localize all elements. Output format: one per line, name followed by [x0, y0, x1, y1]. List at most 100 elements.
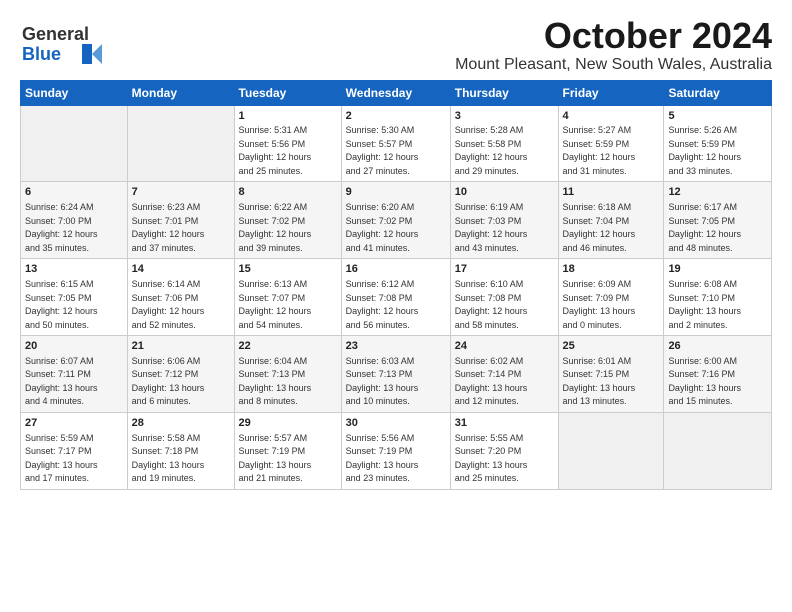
day-number: 20	[25, 339, 123, 354]
calendar-cell: 14 Sunrise: 6:14 AM Sunset: 7:06 PM Dayli…	[127, 259, 234, 336]
calendar-header-monday: Monday	[127, 80, 234, 105]
day-info: Sunrise: 6:08 AM Sunset: 7:10 PM Dayligh…	[668, 279, 741, 330]
day-number: 13	[25, 262, 123, 277]
day-info: Sunrise: 6:06 AM Sunset: 7:12 PM Dayligh…	[132, 356, 205, 407]
calendar-cell: 13 Sunrise: 6:15 AM Sunset: 7:05 PM Dayli…	[21, 259, 128, 336]
calendar-cell	[21, 105, 128, 182]
logo-svg: General Blue	[20, 16, 110, 66]
calendar-cell: 21 Sunrise: 6:06 AM Sunset: 7:12 PM Dayli…	[127, 336, 234, 413]
calendar-cell: 6Sunrise: 6:24 AM Sunset: 7:00 PM Daylig…	[21, 182, 128, 259]
day-number: 16	[346, 262, 446, 277]
calendar-cell: 20 Sunrise: 6:07 AM Sunset: 7:11 PM Dayli…	[21, 336, 128, 413]
day-info: Sunrise: 6:02 AM Sunset: 7:14 PM Dayligh…	[455, 356, 528, 407]
svg-text:Blue: Blue	[22, 44, 61, 64]
logo: General Blue	[20, 16, 110, 66]
calendar-cell: 26 Sunrise: 6:00 AM Sunset: 7:16 PM Dayli…	[664, 336, 772, 413]
calendar-cell: 4Sunrise: 5:27 AM Sunset: 5:59 PM Daylig…	[558, 105, 664, 182]
calendar-cell: 5Sunrise: 5:26 AM Sunset: 5:59 PM Daylig…	[664, 105, 772, 182]
day-info: Sunrise: 5:57 AM Sunset: 7:19 PM Dayligh…	[239, 433, 312, 484]
day-number: 4	[563, 109, 660, 124]
day-info: Sunrise: 6:19 AM Sunset: 7:03 PM Dayligh…	[455, 202, 528, 253]
day-info: Sunrise: 6:12 AM Sunset: 7:08 PM Dayligh…	[346, 279, 419, 330]
calendar-header-wednesday: Wednesday	[341, 80, 450, 105]
day-info: Sunrise: 5:59 AM Sunset: 7:17 PM Dayligh…	[25, 433, 98, 484]
svg-text:General: General	[22, 24, 89, 44]
day-info: Sunrise: 6:07 AM Sunset: 7:11 PM Dayligh…	[25, 356, 98, 407]
day-number: 1	[239, 109, 337, 124]
day-number: 2	[346, 109, 446, 124]
calendar-header-saturday: Saturday	[664, 80, 772, 105]
day-number: 23	[346, 339, 446, 354]
calendar-cell	[664, 412, 772, 489]
day-number: 22	[239, 339, 337, 354]
day-info: Sunrise: 5:58 AM Sunset: 7:18 PM Dayligh…	[132, 433, 205, 484]
day-number: 10	[455, 185, 554, 200]
calendar-cell: 30 Sunrise: 5:56 AM Sunset: 7:19 PM Dayli…	[341, 412, 450, 489]
day-info: Sunrise: 6:00 AM Sunset: 7:16 PM Dayligh…	[668, 356, 741, 407]
calendar-cell: 19 Sunrise: 6:08 AM Sunset: 7:10 PM Dayli…	[664, 259, 772, 336]
calendar-header-sunday: Sunday	[21, 80, 128, 105]
calendar-week-2: 6Sunrise: 6:24 AM Sunset: 7:00 PM Daylig…	[21, 182, 772, 259]
day-number: 5	[668, 109, 767, 124]
calendar-cell: 25Sunrise: 6:01 AM Sunset: 7:15 PM Dayli…	[558, 336, 664, 413]
day-number: 30	[346, 416, 446, 431]
day-info: Sunrise: 5:27 AM Sunset: 5:59 PM Dayligh…	[563, 125, 636, 176]
calendar-cell: 8 Sunrise: 6:22 AM Sunset: 7:02 PM Daylig…	[234, 182, 341, 259]
day-info: Sunrise: 6:22 AM Sunset: 7:02 PM Dayligh…	[239, 202, 312, 253]
day-number: 14	[132, 262, 230, 277]
day-info: Sunrise: 6:14 AM Sunset: 7:06 PM Dayligh…	[132, 279, 205, 330]
calendar-header-tuesday: Tuesday	[234, 80, 341, 105]
day-info: Sunrise: 5:26 AM Sunset: 5:59 PM Dayligh…	[668, 125, 741, 176]
calendar-cell: 10 Sunrise: 6:19 AM Sunset: 7:03 PM Dayli…	[450, 182, 558, 259]
calendar-cell: 16 Sunrise: 6:12 AM Sunset: 7:08 PM Dayli…	[341, 259, 450, 336]
day-number: 9	[346, 185, 446, 200]
calendar-cell: 15Sunrise: 6:13 AM Sunset: 7:07 PM Dayli…	[234, 259, 341, 336]
day-number: 11	[563, 185, 660, 200]
calendar-week-5: 27 Sunrise: 5:59 AM Sunset: 7:17 PM Dayli…	[21, 412, 772, 489]
day-number: 3	[455, 109, 554, 124]
calendar-cell: 18Sunrise: 6:09 AM Sunset: 7:09 PM Dayli…	[558, 259, 664, 336]
page-subtitle: Mount Pleasant, New South Wales, Austral…	[455, 56, 772, 74]
calendar-cell: 1Sunrise: 5:31 AM Sunset: 5:56 PM Daylig…	[234, 105, 341, 182]
day-info: Sunrise: 5:28 AM Sunset: 5:58 PM Dayligh…	[455, 125, 528, 176]
calendar-cell: 28Sunrise: 5:58 AM Sunset: 7:18 PM Dayli…	[127, 412, 234, 489]
calendar-cell: 2Sunrise: 5:30 AM Sunset: 5:57 PM Daylig…	[341, 105, 450, 182]
day-number: 29	[239, 416, 337, 431]
calendar-cell: 31Sunrise: 5:55 AM Sunset: 7:20 PM Dayli…	[450, 412, 558, 489]
calendar-week-3: 13 Sunrise: 6:15 AM Sunset: 7:05 PM Dayli…	[21, 259, 772, 336]
day-info: Sunrise: 6:20 AM Sunset: 7:02 PM Dayligh…	[346, 202, 419, 253]
page-title: October 2024	[455, 16, 772, 56]
day-number: 26	[668, 339, 767, 354]
calendar-cell	[127, 105, 234, 182]
calendar-week-4: 20 Sunrise: 6:07 AM Sunset: 7:11 PM Dayli…	[21, 336, 772, 413]
calendar-cell: 7Sunrise: 6:23 AM Sunset: 7:01 PM Daylig…	[127, 182, 234, 259]
day-number: 21	[132, 339, 230, 354]
calendar-header-friday: Friday	[558, 80, 664, 105]
calendar-cell: 24 Sunrise: 6:02 AM Sunset: 7:14 PM Dayli…	[450, 336, 558, 413]
day-info: Sunrise: 5:56 AM Sunset: 7:19 PM Dayligh…	[346, 433, 419, 484]
day-info: Sunrise: 6:15 AM Sunset: 7:05 PM Dayligh…	[25, 279, 98, 330]
day-info: Sunrise: 5:30 AM Sunset: 5:57 PM Dayligh…	[346, 125, 419, 176]
day-number: 19	[668, 262, 767, 277]
calendar-cell: 22Sunrise: 6:04 AM Sunset: 7:13 PM Dayli…	[234, 336, 341, 413]
calendar-cell: 17Sunrise: 6:10 AM Sunset: 7:08 PM Dayli…	[450, 259, 558, 336]
calendar-cell: 3Sunrise: 5:28 AM Sunset: 5:58 PM Daylig…	[450, 105, 558, 182]
day-info: Sunrise: 6:03 AM Sunset: 7:13 PM Dayligh…	[346, 356, 419, 407]
day-number: 17	[455, 262, 554, 277]
calendar-header-row: SundayMondayTuesdayWednesdayThursdayFrid…	[21, 80, 772, 105]
day-number: 27	[25, 416, 123, 431]
title-block: October 2024 Mount Pleasant, New South W…	[455, 16, 772, 74]
calendar-week-1: 1Sunrise: 5:31 AM Sunset: 5:56 PM Daylig…	[21, 105, 772, 182]
calendar-cell: 11 Sunrise: 6:18 AM Sunset: 7:04 PM Dayli…	[558, 182, 664, 259]
day-info: Sunrise: 6:09 AM Sunset: 7:09 PM Dayligh…	[563, 279, 636, 330]
day-number: 8	[239, 185, 337, 200]
header: General Blue October 2024 Mount Pleasant…	[20, 16, 772, 74]
day-info: Sunrise: 6:23 AM Sunset: 7:01 PM Dayligh…	[132, 202, 205, 253]
day-info: Sunrise: 6:18 AM Sunset: 7:04 PM Dayligh…	[563, 202, 636, 253]
day-number: 25	[563, 339, 660, 354]
calendar-cell: 23 Sunrise: 6:03 AM Sunset: 7:13 PM Dayli…	[341, 336, 450, 413]
calendar-cell: 9 Sunrise: 6:20 AM Sunset: 7:02 PM Daylig…	[341, 182, 450, 259]
day-info: Sunrise: 6:17 AM Sunset: 7:05 PM Dayligh…	[668, 202, 741, 253]
calendar-cell: 29 Sunrise: 5:57 AM Sunset: 7:19 PM Dayli…	[234, 412, 341, 489]
day-number: 24	[455, 339, 554, 354]
